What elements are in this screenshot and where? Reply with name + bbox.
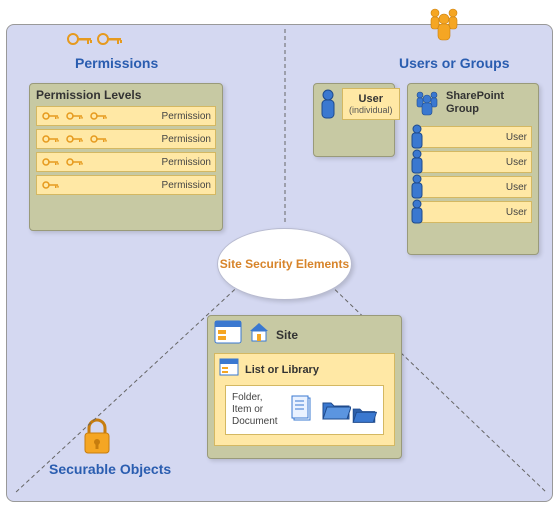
sp-group-user-row: User — [414, 126, 532, 148]
permission-row: Permission — [36, 175, 216, 195]
sp-group-user-label: User — [500, 132, 527, 143]
user-individual-box: User (individual) — [313, 83, 395, 157]
key-icon — [89, 133, 111, 145]
permission-row: Permission — [36, 106, 216, 126]
key-icon — [65, 110, 87, 122]
people-group-icon — [412, 88, 442, 123]
permission-row-label: Permission — [156, 157, 211, 168]
sp-group-user-row: User — [414, 201, 532, 223]
permission-row-label: Permission — [156, 134, 211, 145]
key-icon — [41, 110, 63, 122]
user-box-title: User — [349, 93, 393, 105]
folder-icon — [321, 397, 351, 424]
house-icon — [248, 321, 270, 348]
sp-group-user-row: User — [414, 151, 532, 173]
diagram-canvas: Site Security Elements Permissions Permi… — [6, 24, 553, 502]
sp-group-user-label: User — [500, 207, 527, 218]
folder-icon — [351, 404, 377, 427]
sp-group-user-label: User — [500, 182, 527, 193]
key-icon — [41, 133, 63, 145]
permission-row: Permission — [36, 152, 216, 172]
sharepoint-group-box: SharePoint Group User User User User — [407, 83, 539, 255]
site-box-title: Site — [276, 328, 298, 342]
key-icon — [41, 156, 63, 168]
permission-row-label: Permission — [156, 180, 211, 191]
list-library-box: List or Library Folder, Item or Document — [214, 353, 395, 446]
permission-levels-title: Permission Levels — [36, 88, 216, 102]
list-icon — [219, 358, 239, 381]
permission-row: Permission — [36, 129, 216, 149]
browser-icon — [214, 320, 242, 349]
list-library-title: List or Library — [245, 364, 319, 376]
person-icon — [318, 88, 338, 122]
key-icon — [65, 156, 87, 168]
folder-item-box: Folder, Item or Document — [225, 385, 384, 435]
folder-item-label: Folder, Item or Document — [232, 392, 283, 428]
key-icon — [89, 110, 111, 122]
center-title: Site Security Elements — [220, 257, 349, 271]
permission-levels-box: Permission Levels Permission Permission Pe… — [29, 83, 223, 231]
site-box: Site List or Library Folder, Item or Doc… — [207, 315, 402, 459]
sp-group-user-label: User — [500, 157, 527, 168]
center-oval: Site Security Elements — [217, 228, 352, 300]
sp-group-title: SharePoint Group — [446, 90, 534, 116]
key-icon — [65, 133, 87, 145]
sp-group-user-row: User — [414, 176, 532, 198]
user-box-subtitle: (individual) — [349, 105, 393, 115]
permission-row-label: Permission — [156, 111, 211, 122]
key-icon — [41, 179, 63, 191]
person-icon — [409, 198, 425, 229]
document-icon — [291, 395, 313, 426]
